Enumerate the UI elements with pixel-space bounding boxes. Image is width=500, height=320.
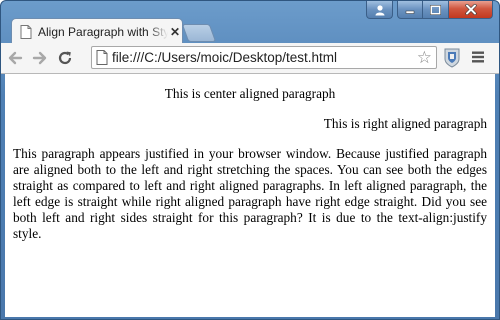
tab-close-button[interactable]: ✕ — [170, 25, 180, 39]
close-icon — [464, 4, 477, 15]
hamburger-menu-icon — [472, 51, 484, 63]
browser-tab[interactable]: Align Paragraph with Style ✕ — [11, 18, 183, 44]
menu-button[interactable] — [471, 50, 485, 64]
window-controls — [366, 1, 493, 21]
arrow-left-icon — [8, 51, 23, 65]
page-content: This is center aligned paragraph This is… — [5, 74, 495, 317]
forward-button[interactable] — [29, 47, 51, 69]
maximize-button[interactable] — [423, 1, 449, 19]
browser-toolbar: file:///C:/Users/moic/Desktop/test.html … — [1, 43, 499, 74]
browser-window: Align Paragraph with Style ✕ file:///C:/… — [0, 0, 500, 320]
justified-paragraph: This paragraph appears justified in your… — [13, 146, 487, 241]
back-button[interactable] — [4, 47, 26, 69]
tab-title: Align Paragraph with Style — [38, 24, 168, 39]
page-icon — [96, 50, 108, 65]
right-aligned-paragraph: This is right aligned paragraph — [323, 116, 487, 131]
reload-button[interactable] — [54, 47, 76, 69]
page-icon — [20, 24, 32, 39]
user-profile-button[interactable] — [366, 1, 393, 19]
url-text[interactable]: file:///C:/Users/moic/Desktop/test.html — [112, 50, 337, 65]
minimize-icon — [405, 10, 415, 14]
minimize-button[interactable] — [397, 1, 423, 19]
user-icon — [375, 4, 384, 15]
address-bar[interactable]: file:///C:/Users/moic/Desktop/test.html … — [91, 46, 437, 69]
reload-icon — [58, 51, 72, 65]
extension-button[interactable] — [442, 47, 462, 69]
maximize-icon — [430, 4, 441, 15]
arrow-right-icon — [32, 51, 47, 65]
center-aligned-paragraph: This is center aligned paragraph — [164, 86, 336, 101]
close-window-button[interactable] — [449, 1, 493, 19]
bookmark-star-icon[interactable]: ☆ — [417, 48, 432, 68]
shield-icon — [444, 48, 460, 68]
new-tab-button[interactable] — [181, 24, 217, 42]
